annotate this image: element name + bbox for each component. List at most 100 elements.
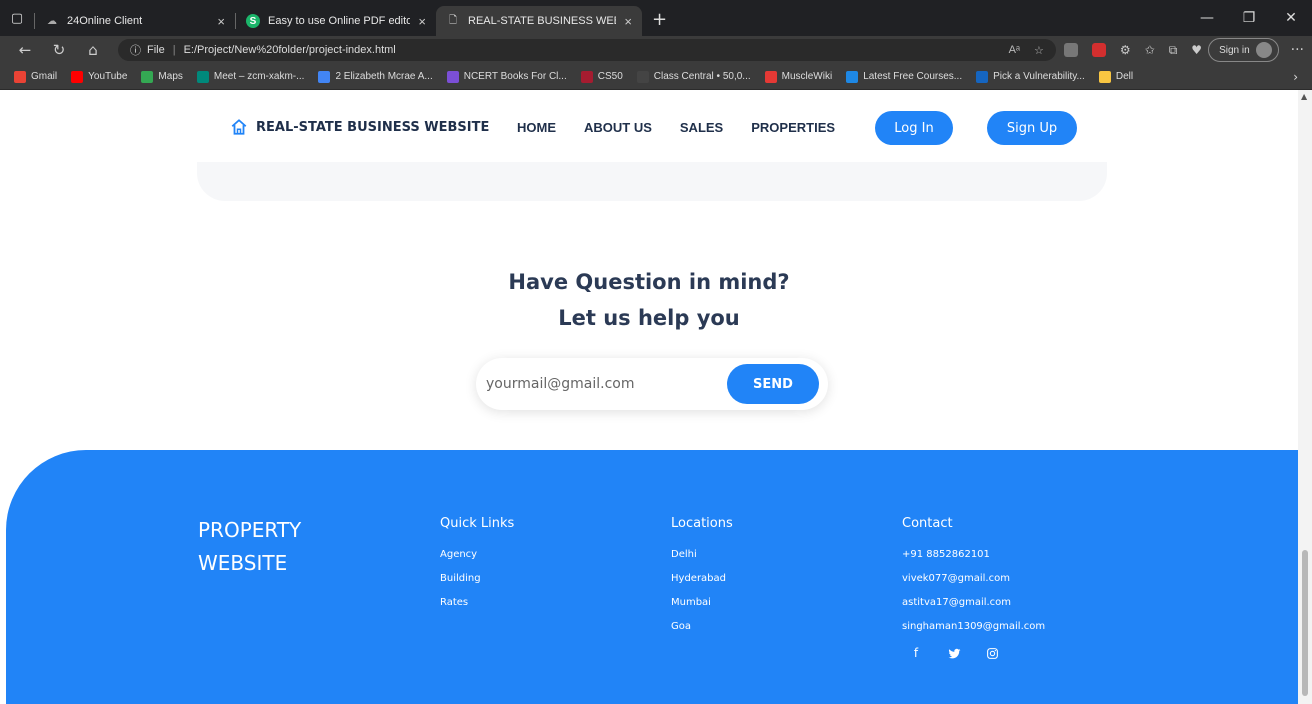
nav-home[interactable]: HOME [517, 120, 556, 135]
tab-real-state[interactable]: 🗋 REAL-STATE BUSINESS WEBSITE × [436, 6, 642, 36]
bookmark-favicon-icon [196, 70, 209, 83]
quick-link-item[interactable]: Agency [440, 543, 514, 567]
tab-24online[interactable]: ☁ 24Online Client × [35, 6, 235, 36]
document-icon: 🗋 [448, 14, 458, 26]
contact-email[interactable]: vivek077@gmail.com [902, 567, 1045, 591]
restore-icon[interactable]: ❐ [1228, 10, 1270, 26]
page-viewport: REAL-STATE BUSINESS WEBSITE HOME ABOUT U… [0, 90, 1312, 704]
more-options-icon[interactable]: ··· [1291, 42, 1304, 58]
bookmark-favicon-icon [976, 70, 989, 83]
quick-link-item[interactable]: Rates [440, 591, 514, 615]
bookmark-favicon-icon [636, 70, 649, 83]
bookmark-label: Maps [158, 71, 183, 82]
close-icon[interactable]: × [418, 14, 426, 29]
bookmark-item[interactable]: Dell [1098, 70, 1133, 83]
minimize-icon[interactable]: — [1186, 10, 1228, 26]
bookmark-item[interactable]: Meet – zcm-xakm-... [196, 70, 305, 83]
help-heading-line1: Have Question in mind? [508, 270, 790, 294]
url-field[interactable]: ⓘ File | E:/Project/New%20folder/project… [118, 39, 1056, 61]
bookmark-label: Meet – zcm-xakm-... [213, 71, 305, 82]
tab-actions-icon[interactable]: ▢ [0, 0, 34, 36]
quick-link-item[interactable]: Building [440, 567, 514, 591]
bookmark-item[interactable]: 2 Elizabeth Mcrae A... [318, 70, 433, 83]
bookmark-item[interactable]: MuscleWiki [764, 70, 832, 83]
locations-heading: Locations [671, 516, 733, 531]
bookmark-item[interactable]: NCERT Books For Cl... [446, 70, 567, 83]
favorite-star-icon[interactable]: ☆ [1034, 44, 1044, 57]
url-text: E:/Project/New%20folder/project-index.ht… [183, 44, 396, 56]
brand-label: REAL-STATE BUSINESS WEBSITE [256, 119, 490, 135]
instagram-icon[interactable] [984, 645, 1000, 661]
bookmark-item[interactable]: Latest Free Courses... [846, 70, 963, 83]
cloud-icon: ☁ [47, 15, 57, 27]
nav-sales[interactable]: SALES [680, 120, 723, 135]
info-icon[interactable]: ⓘ [130, 42, 141, 58]
send-button[interactable]: SEND [727, 364, 819, 404]
twitter-icon[interactable] [946, 645, 962, 661]
bookmark-favicon-icon [446, 70, 459, 83]
contact-heading: Contact [902, 516, 953, 531]
site-footer: PROPERTY WEBSITE Quick Links Agency Buil… [6, 450, 1298, 704]
url-scheme-label: File [147, 44, 165, 56]
bookmark-label: Class Central • 50,0... [653, 71, 751, 82]
extension-icon[interactable] [1063, 43, 1078, 57]
pdf-extension-icon[interactable] [1091, 43, 1106, 57]
close-window-icon[interactable]: ✕ [1270, 10, 1312, 26]
bookmarks-overflow-icon[interactable]: › [1293, 70, 1298, 84]
nav-about-us[interactable]: ABOUT US [584, 120, 652, 135]
window-controls: — ❐ ✕ [1186, 0, 1312, 36]
page-scrollbar[interactable]: ▲ [1298, 90, 1312, 704]
health-icon[interactable]: ♥ [1191, 43, 1202, 57]
help-heading-line2: Let us help you [558, 306, 740, 330]
bookmark-favicon-icon [580, 70, 593, 83]
footer-contact: Contact +91 8852862101 vivek077@gmail.co… [902, 516, 1045, 661]
quick-links-heading: Quick Links [440, 516, 515, 531]
location-item[interactable]: Hyderabad [671, 567, 733, 591]
contact-email[interactable]: singhaman1309@gmail.com [902, 615, 1045, 639]
bookmark-item[interactable]: Class Central • 50,0... [636, 70, 751, 83]
bookmark-item[interactable]: YouTube [71, 70, 128, 83]
bookmark-item[interactable]: Maps [141, 70, 183, 83]
close-icon[interactable]: × [624, 14, 632, 29]
collections-icon[interactable]: ⧉ [1169, 43, 1178, 58]
bookmark-label: YouTube [88, 71, 128, 82]
read-aloud-icon[interactable]: Aᵃ [1009, 44, 1020, 57]
contact-email[interactable]: astitva17@gmail.com [902, 591, 1045, 615]
nav-properties[interactable]: PROPERTIES [751, 120, 835, 135]
email-input[interactable] [486, 366, 716, 402]
new-tab-icon[interactable]: + [642, 9, 677, 36]
login-button[interactable]: Log In [875, 111, 953, 145]
extension-icons: ⚙ ✩ ⧉ ♥ [1063, 43, 1202, 58]
main-nav: HOME ABOUT US SALES PROPERTIES [517, 120, 835, 135]
home-icon[interactable]: ⌂ [76, 41, 110, 59]
bookmark-label: Pick a Vulnerability... [993, 71, 1085, 82]
bookmark-label: Latest Free Courses... [863, 71, 963, 82]
refresh-icon[interactable]: ↻ [42, 41, 76, 59]
facebook-icon[interactable]: f [908, 645, 924, 661]
extensions-icon[interactable]: ⚙ [1120, 43, 1131, 57]
bookmark-item[interactable]: Gmail [14, 70, 57, 83]
signup-button[interactable]: Sign Up [987, 111, 1077, 145]
scrollbar-thumb[interactable] [1302, 550, 1308, 696]
bookmark-favicon-icon [318, 70, 331, 83]
close-icon[interactable]: × [217, 14, 225, 29]
back-icon[interactable]: ← [8, 41, 42, 59]
tab-title: REAL-STATE BUSINESS WEBSITE [468, 15, 616, 27]
scroll-up-icon[interactable]: ▲ [1301, 92, 1307, 101]
bookmark-item[interactable]: CS50 [580, 70, 623, 83]
tab-pdf-editor[interactable]: S Easy to use Online PDF editor × [236, 6, 436, 36]
location-item[interactable]: Goa [671, 615, 733, 639]
browser-tabbar: ▢ ☁ 24Online Client × S Easy to use Onli… [0, 0, 1312, 36]
favorites-icon[interactable]: ✩ [1145, 43, 1155, 57]
location-item[interactable]: Delhi [671, 543, 733, 567]
bookmark-favicon-icon [141, 70, 154, 83]
bookmark-label: 2 Elizabeth Mcrae A... [335, 71, 433, 82]
location-item[interactable]: Mumbai [671, 591, 733, 615]
avatar [1255, 42, 1272, 58]
site-brand[interactable]: REAL-STATE BUSINESS WEBSITE [230, 118, 489, 136]
signin-button[interactable]: Sign in [1208, 38, 1279, 62]
bookmark-item[interactable]: Pick a Vulnerability... [976, 70, 1085, 83]
bookmark-label: NCERT Books For Cl... [463, 71, 567, 82]
bookmark-favicon-icon [846, 70, 859, 83]
footer-brand: PROPERTY WEBSITE [198, 514, 301, 580]
